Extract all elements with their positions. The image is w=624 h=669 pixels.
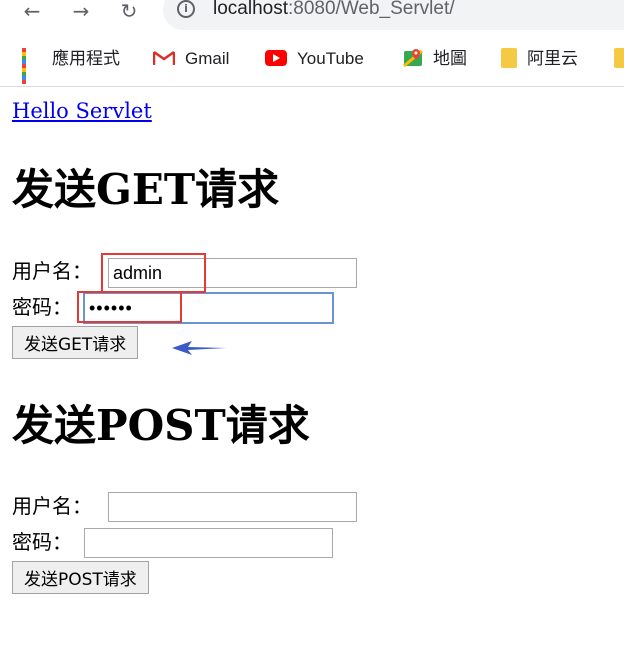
post-password-input[interactable] xyxy=(84,528,333,558)
bookmark-label: YouTube xyxy=(297,49,364,68)
bookmark-label: 應用程式 xyxy=(52,49,120,68)
bookmark-label: 地圖 xyxy=(433,49,467,68)
get-form-heading: 发送GET请求 xyxy=(12,165,280,214)
post-username-label: 用户名： xyxy=(12,494,92,518)
toolbar-divider xyxy=(0,86,624,87)
bookmark-label: 阿里云 xyxy=(527,49,578,68)
bookmark-label: Gmail xyxy=(185,49,230,68)
bookmark-overflow[interactable] xyxy=(614,47,624,70)
folder-icon xyxy=(614,47,624,68)
send-post-button[interactable]: 发送POST请求 xyxy=(12,561,149,594)
bookmark-maps[interactable]: 地圖 xyxy=(403,48,467,70)
url-text[interactable]: localhost:8080/Web_Servlet/ xyxy=(213,0,455,21)
youtube-icon xyxy=(265,49,287,66)
back-arrow-icon[interactable]: ← xyxy=(18,0,46,24)
annotation-arrow-icon xyxy=(172,341,226,355)
username-highlight-box xyxy=(101,253,206,293)
post-username-input[interactable] xyxy=(108,492,357,522)
reload-icon[interactable]: ↻ xyxy=(115,0,143,24)
address-bar[interactable]: i localhost:8080/Web_Servlet/ xyxy=(163,0,624,30)
get-username-label: 用户名： xyxy=(12,259,92,283)
apps-grid-icon xyxy=(22,47,42,84)
maps-icon xyxy=(403,48,423,67)
forward-arrow-icon[interactable]: → xyxy=(67,0,95,24)
send-get-button[interactable]: 发送GET请求 xyxy=(12,326,139,359)
bookmark-apps[interactable]: 應用程式 xyxy=(22,47,120,84)
bookmarks-bar: 應用程式 Gmail YouTube 地圖 阿里云 xyxy=(0,40,624,84)
password-highlight-box xyxy=(77,291,182,323)
get-password-label: 密码： xyxy=(12,295,72,319)
folder-icon xyxy=(501,47,517,68)
browser-toolbar: ← → ↻ i localhost:8080/Web_Servlet/ xyxy=(0,0,624,34)
info-icon[interactable]: i xyxy=(177,0,195,18)
post-password-label: 密码： xyxy=(12,530,72,554)
hello-servlet-link[interactable]: Hello Servlet xyxy=(12,99,152,123)
bookmark-aliyun[interactable]: 阿里云 xyxy=(501,47,578,70)
url-path: :8080/Web_Servlet/ xyxy=(288,0,455,19)
post-form-heading: 发送POST请求 xyxy=(12,401,310,450)
bookmark-youtube[interactable]: YouTube xyxy=(265,48,364,70)
gmail-icon xyxy=(153,50,175,65)
url-host: localhost xyxy=(213,0,288,19)
bookmark-gmail[interactable]: Gmail xyxy=(153,48,229,70)
